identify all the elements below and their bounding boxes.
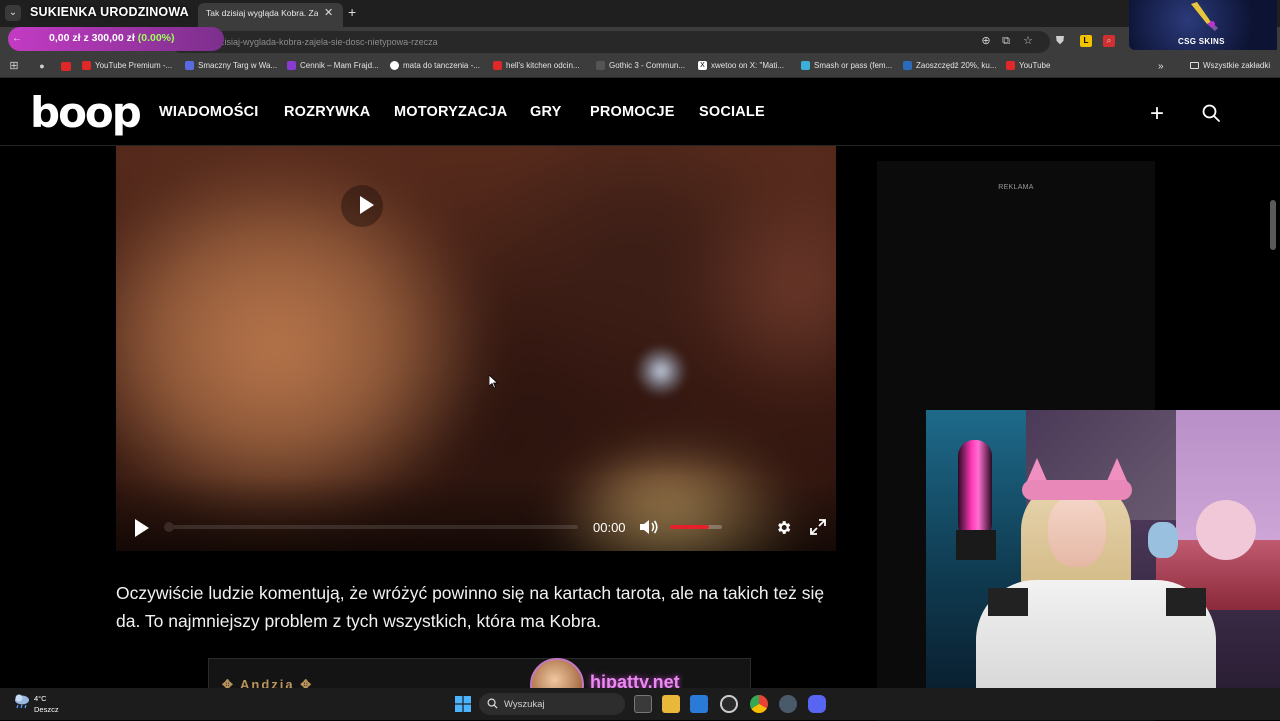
taskbar-search-placeholder: Wyszukaj <box>504 699 545 710</box>
install-app-icon[interactable]: ⧉ <box>1000 35 1012 47</box>
nav-wiadomosci[interactable]: WIADOMOŚCI <box>159 104 258 120</box>
nav-gry[interactable]: GRY <box>530 104 561 120</box>
x-icon: X <box>698 61 707 70</box>
webcam-microphone <box>958 440 992 540</box>
search-icon[interactable] <box>1201 103 1221 123</box>
bookmark-youtube-icon[interactable] <box>61 62 71 71</box>
sponsor-label: CSG SKINS <box>1178 37 1225 46</box>
time-display: 00:00 <box>593 520 626 535</box>
bookmark-item[interactable]: Zaoszczędź 20%, ku... <box>903 61 996 70</box>
webcam-shirt-stripe-right <box>1166 588 1206 616</box>
bookmark-item[interactable]: Smash or pass (fem... <box>801 61 892 70</box>
task-view-icon[interactable] <box>634 695 652 713</box>
webcam-shirt-stripe-left <box>988 588 1028 616</box>
video-player[interactable] <box>116 146 836 551</box>
nav-motoryzacja[interactable]: MOTORYZACJA <box>394 104 507 120</box>
obs-icon[interactable] <box>720 695 738 713</box>
google-icon <box>390 61 399 70</box>
webcam-overlay <box>926 410 1280 688</box>
bookmark-star-icon[interactable]: ☆ <box>1022 35 1034 47</box>
webcam-face <box>1048 495 1106 567</box>
tab-search-menu-button[interactable]: ⌄ <box>5 5 21 21</box>
seek-handle[interactable] <box>164 522 174 532</box>
bookmark-item[interactable]: YouTube <box>1006 61 1050 70</box>
nav-sociale[interactable]: SOCIALE <box>699 104 765 120</box>
volume-icon[interactable] <box>638 518 660 536</box>
youtube-icon <box>82 61 91 70</box>
windows-start-icon[interactable] <box>455 696 471 712</box>
goal-percent: (0.00%) <box>137 32 175 44</box>
store-icon[interactable] <box>690 695 708 713</box>
steam-icon <box>903 61 912 70</box>
stream-goal-title: SUKIENKA URODZINOWA <box>30 5 189 19</box>
plus-icon[interactable]: + <box>1150 100 1164 128</box>
bookmark-item[interactable]: hell's kitchen odcin... <box>493 61 580 70</box>
video-controls-backdrop <box>116 476 836 551</box>
file-explorer-icon[interactable] <box>662 695 680 713</box>
browser-tab-bar <box>0 0 1280 27</box>
site-icon <box>801 61 810 70</box>
new-tab-button[interactable]: + <box>348 4 356 20</box>
site-icon <box>287 61 296 70</box>
steam-icon <box>596 61 605 70</box>
webcam-plushie <box>1196 500 1256 560</box>
webcam-mic-mount <box>956 530 996 560</box>
nav-rozrywka[interactable]: ROZRYWKA <box>284 104 370 120</box>
bookmark-item[interactable]: mata do tanczenia -... <box>390 61 480 70</box>
bookmark-item[interactable]: Cennik – Mam Frajd... <box>287 61 379 70</box>
search-icon <box>487 698 498 709</box>
article-paragraph: Oczywiście ludzie komentują, że wróżyć p… <box>116 583 825 631</box>
url-text[interactable]: dzisiaj-wyglada-kobra-zajela-sie-dosc-ni… <box>215 37 438 47</box>
taskbar-search-box[interactable] <box>479 693 625 715</box>
mouse-cursor-icon <box>489 375 499 389</box>
site-logo[interactable]: boop <box>30 88 142 137</box>
play-icon <box>360 196 374 214</box>
chrome-icon[interactable] <box>750 695 768 713</box>
bookmark-github-icon[interactable]: ● <box>36 60 48 72</box>
extension-shield-icon[interactable]: ⛊ <box>1054 35 1066 47</box>
youtube-icon <box>493 61 502 70</box>
all-bookmarks-button[interactable]: Wszystkie zakładki <box>1190 61 1270 70</box>
nav-promocje[interactable]: PROMOCJE <box>590 104 675 120</box>
gear-icon[interactable] <box>775 519 792 536</box>
youtube-icon <box>1006 61 1015 70</box>
settings-icon[interactable] <box>779 695 797 713</box>
tab-close-icon[interactable]: ✕ <box>324 6 333 19</box>
extension-red-icon[interactable]: ⌕ <box>1103 35 1115 47</box>
video-light-spot <box>636 346 686 396</box>
bookmark-item[interactable]: Smaczny Targ w Wa... <box>185 61 277 70</box>
zoom-icon[interactable]: ⊕ <box>980 35 992 47</box>
seek-bar[interactable] <box>168 525 578 529</box>
goal-target: 300,00 zł <box>91 32 135 44</box>
bookmarks-overflow-icon[interactable]: » <box>1158 61 1164 72</box>
extension-l-icon[interactable]: L <box>1080 35 1092 47</box>
knife-icon <box>1191 2 1218 31</box>
discord-icon[interactable] <box>808 695 826 713</box>
goal-arrow-icon: ← <box>12 33 22 44</box>
donation-goal-text: 0,00 zł z 300,00 zł (0.00%) <box>49 32 175 44</box>
goal-current: 0,00 zł <box>49 32 81 44</box>
bookmark-item[interactable]: Xxwetoo on X: "Mati... <box>698 61 784 70</box>
active-tab-title: Tak dzisiaj wygląda Kobra. Zajęła... <box>206 8 318 18</box>
webcam-headphones <box>1022 480 1132 500</box>
rain-cloud-icon[interactable] <box>13 692 31 710</box>
folder-icon <box>1190 62 1199 69</box>
ad-label: REKLAMA <box>998 184 1034 191</box>
play-button[interactable] <box>135 519 149 537</box>
weather-description[interactable]: Deszcz <box>34 705 59 714</box>
bookmark-item[interactable]: YouTube Premium -... <box>82 61 172 70</box>
weather-temperature[interactable]: 4°C <box>34 694 47 703</box>
page-scrollbar[interactable] <box>1270 200 1276 250</box>
goal-separator: z <box>83 32 89 44</box>
apps-grid-icon[interactable]: ⊞ <box>8 60 20 72</box>
site-icon <box>185 61 194 70</box>
fullscreen-icon[interactable] <box>809 518 827 536</box>
volume-level <box>670 525 709 529</box>
webcam-teddy <box>1148 522 1178 558</box>
bookmark-item[interactable]: Gothic 3 - Commun... <box>596 61 685 70</box>
